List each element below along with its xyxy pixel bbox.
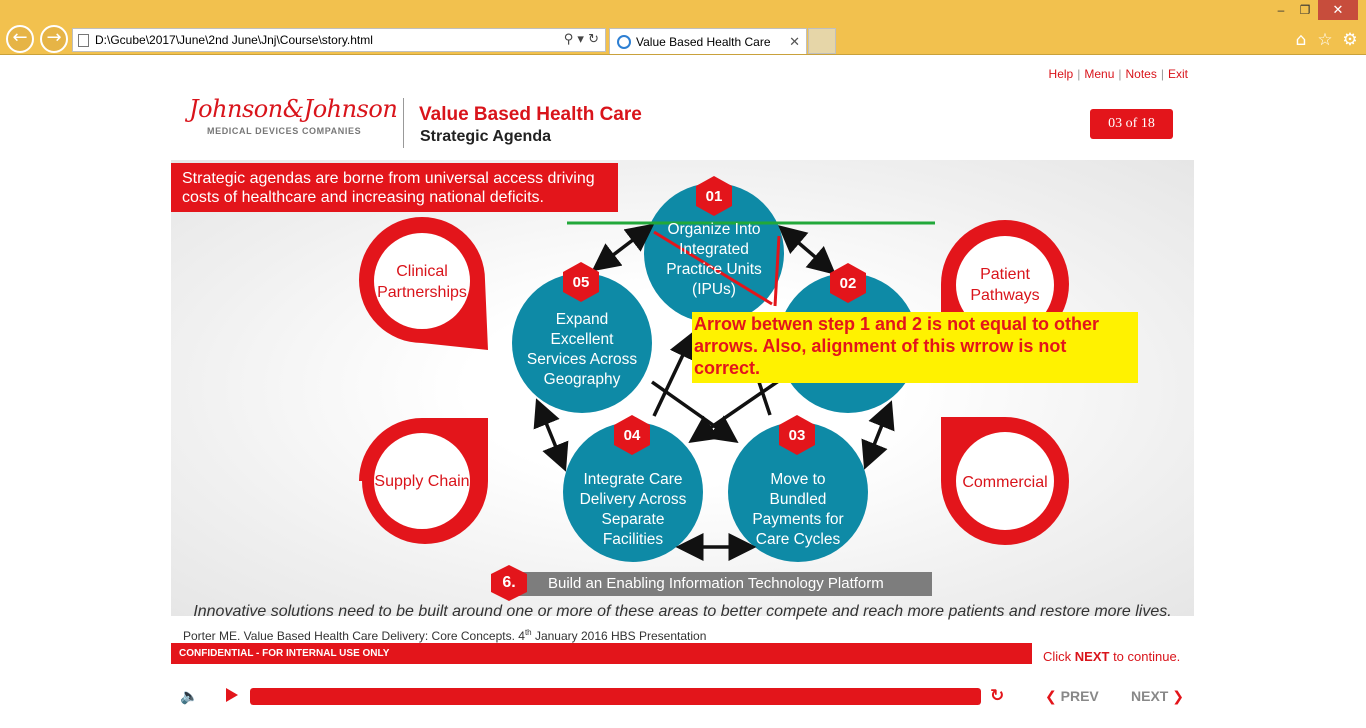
clinical-partnerships-label: Clinical Partnerships <box>377 263 467 301</box>
exit-link[interactable]: Exit <box>1168 67 1188 81</box>
window-close-button[interactable]: ✕ <box>1318 0 1358 20</box>
logo-subtitle: MEDICAL DEVICES COMPANIES <box>207 126 362 136</box>
badge-04-text: 04 <box>624 427 641 444</box>
step-01-label: Organize Into Integrated Practice Units (IP… <box>666 221 762 298</box>
slide-title: Strategic Agenda <box>420 128 551 145</box>
new-tab-button[interactable] <box>808 28 836 54</box>
menu-link[interactable]: Menu <box>1084 67 1114 81</box>
next-button[interactable]: NEXT ❯ <box>1131 688 1184 705</box>
intro-banner: Strategic agendas are borne from univers… <box>171 163 618 212</box>
ie-icon <box>617 35 631 49</box>
step-05-label: Expand Excellent Services Across Geography <box>526 311 638 388</box>
step-04-label: Integrate Care Delivery Across Separate Fac… <box>579 471 687 548</box>
replay-icon[interactable]: ↻ <box>990 687 1008 705</box>
favorites-icon[interactable]: ☆ <box>1315 30 1335 50</box>
confidential-banner: CONFIDENTIAL - FOR INTERNAL USE ONLY <box>171 643 1032 664</box>
tab-close-icon[interactable]: ✕ <box>789 29 800 55</box>
platform-bar[interactable]: Build an Enabling Information Technology… <box>509 572 932 596</box>
click-next-hint: Click NEXT to continue. <box>1043 649 1181 664</box>
browser-tab[interactable]: Value Based Health Care ✕ <box>609 28 807 54</box>
minimize-button[interactable]: – <box>1268 0 1294 20</box>
chevron-right-icon: ❯ <box>1172 689 1184 705</box>
notes-link[interactable]: Notes <box>1126 67 1157 81</box>
badge-05-text: 05 <box>573 274 590 291</box>
address-text: D:\Gcube\2017\June\2nd June\Jnj\Course\s… <box>95 33 373 47</box>
back-button[interactable]: ← <box>6 25 34 53</box>
reference: Porter ME. Value Based Health Care Deliv… <box>183 628 707 643</box>
header-divider <box>403 98 404 148</box>
progress-bar[interactable] <box>250 688 981 705</box>
address-bar[interactable]: D:\Gcube\2017\June\2nd June\Jnj\Course\s… <box>72 28 606 52</box>
top-links: Help | Menu | Notes | Exit <box>1048 67 1188 81</box>
course-title: Value Based Health Care <box>419 104 642 125</box>
help-link[interactable]: Help <box>1049 67 1074 81</box>
volume-icon[interactable]: 🔈 <box>180 687 199 705</box>
chevron-left-icon: ❮ <box>1045 689 1057 705</box>
restore-button[interactable]: ❐ <box>1292 0 1318 20</box>
patient-pathways-label: Patient Pathways <box>970 266 1040 304</box>
page-counter: 03 of 18 <box>1090 109 1173 139</box>
search-refresh-icons[interactable]: ⚲ ▾ ↻ <box>564 29 599 51</box>
badge-02-text: 02 <box>840 275 857 292</box>
tab-title: Value Based Health Care <box>636 35 771 49</box>
commercial-label: Commercial <box>962 474 1048 491</box>
badge-03-text: 03 <box>789 427 806 444</box>
play-button[interactable] <box>226 688 238 702</box>
logo: Johnson&Johnson MEDICAL DEVICES COMPANIE… <box>189 95 398 136</box>
home-icon[interactable]: ⌂ <box>1291 30 1311 50</box>
logo-script: Johnson&Johnson <box>189 95 398 123</box>
review-annotation: Arrow betwen step 1 and 2 is not equal t… <box>692 312 1138 383</box>
forward-button[interactable]: → <box>40 25 68 53</box>
settings-gear-icon[interactable]: ⚙ <box>1340 30 1360 50</box>
prev-button[interactable]: ❮ PREV <box>1045 688 1099 705</box>
document-icon <box>78 34 89 47</box>
badge-01-text: 01 <box>706 188 723 205</box>
progress-fill <box>250 688 981 705</box>
supply-chain-label: Supply Chain <box>374 473 470 490</box>
tagline: Innovative solutions need to be built ar… <box>193 603 1172 620</box>
step-03-label: Move to Bundled Payments for Care Cycles <box>752 471 844 548</box>
browser-chrome: ← → D:\Gcube\2017\June\2nd June\Jnj\Cour… <box>0 0 1366 55</box>
